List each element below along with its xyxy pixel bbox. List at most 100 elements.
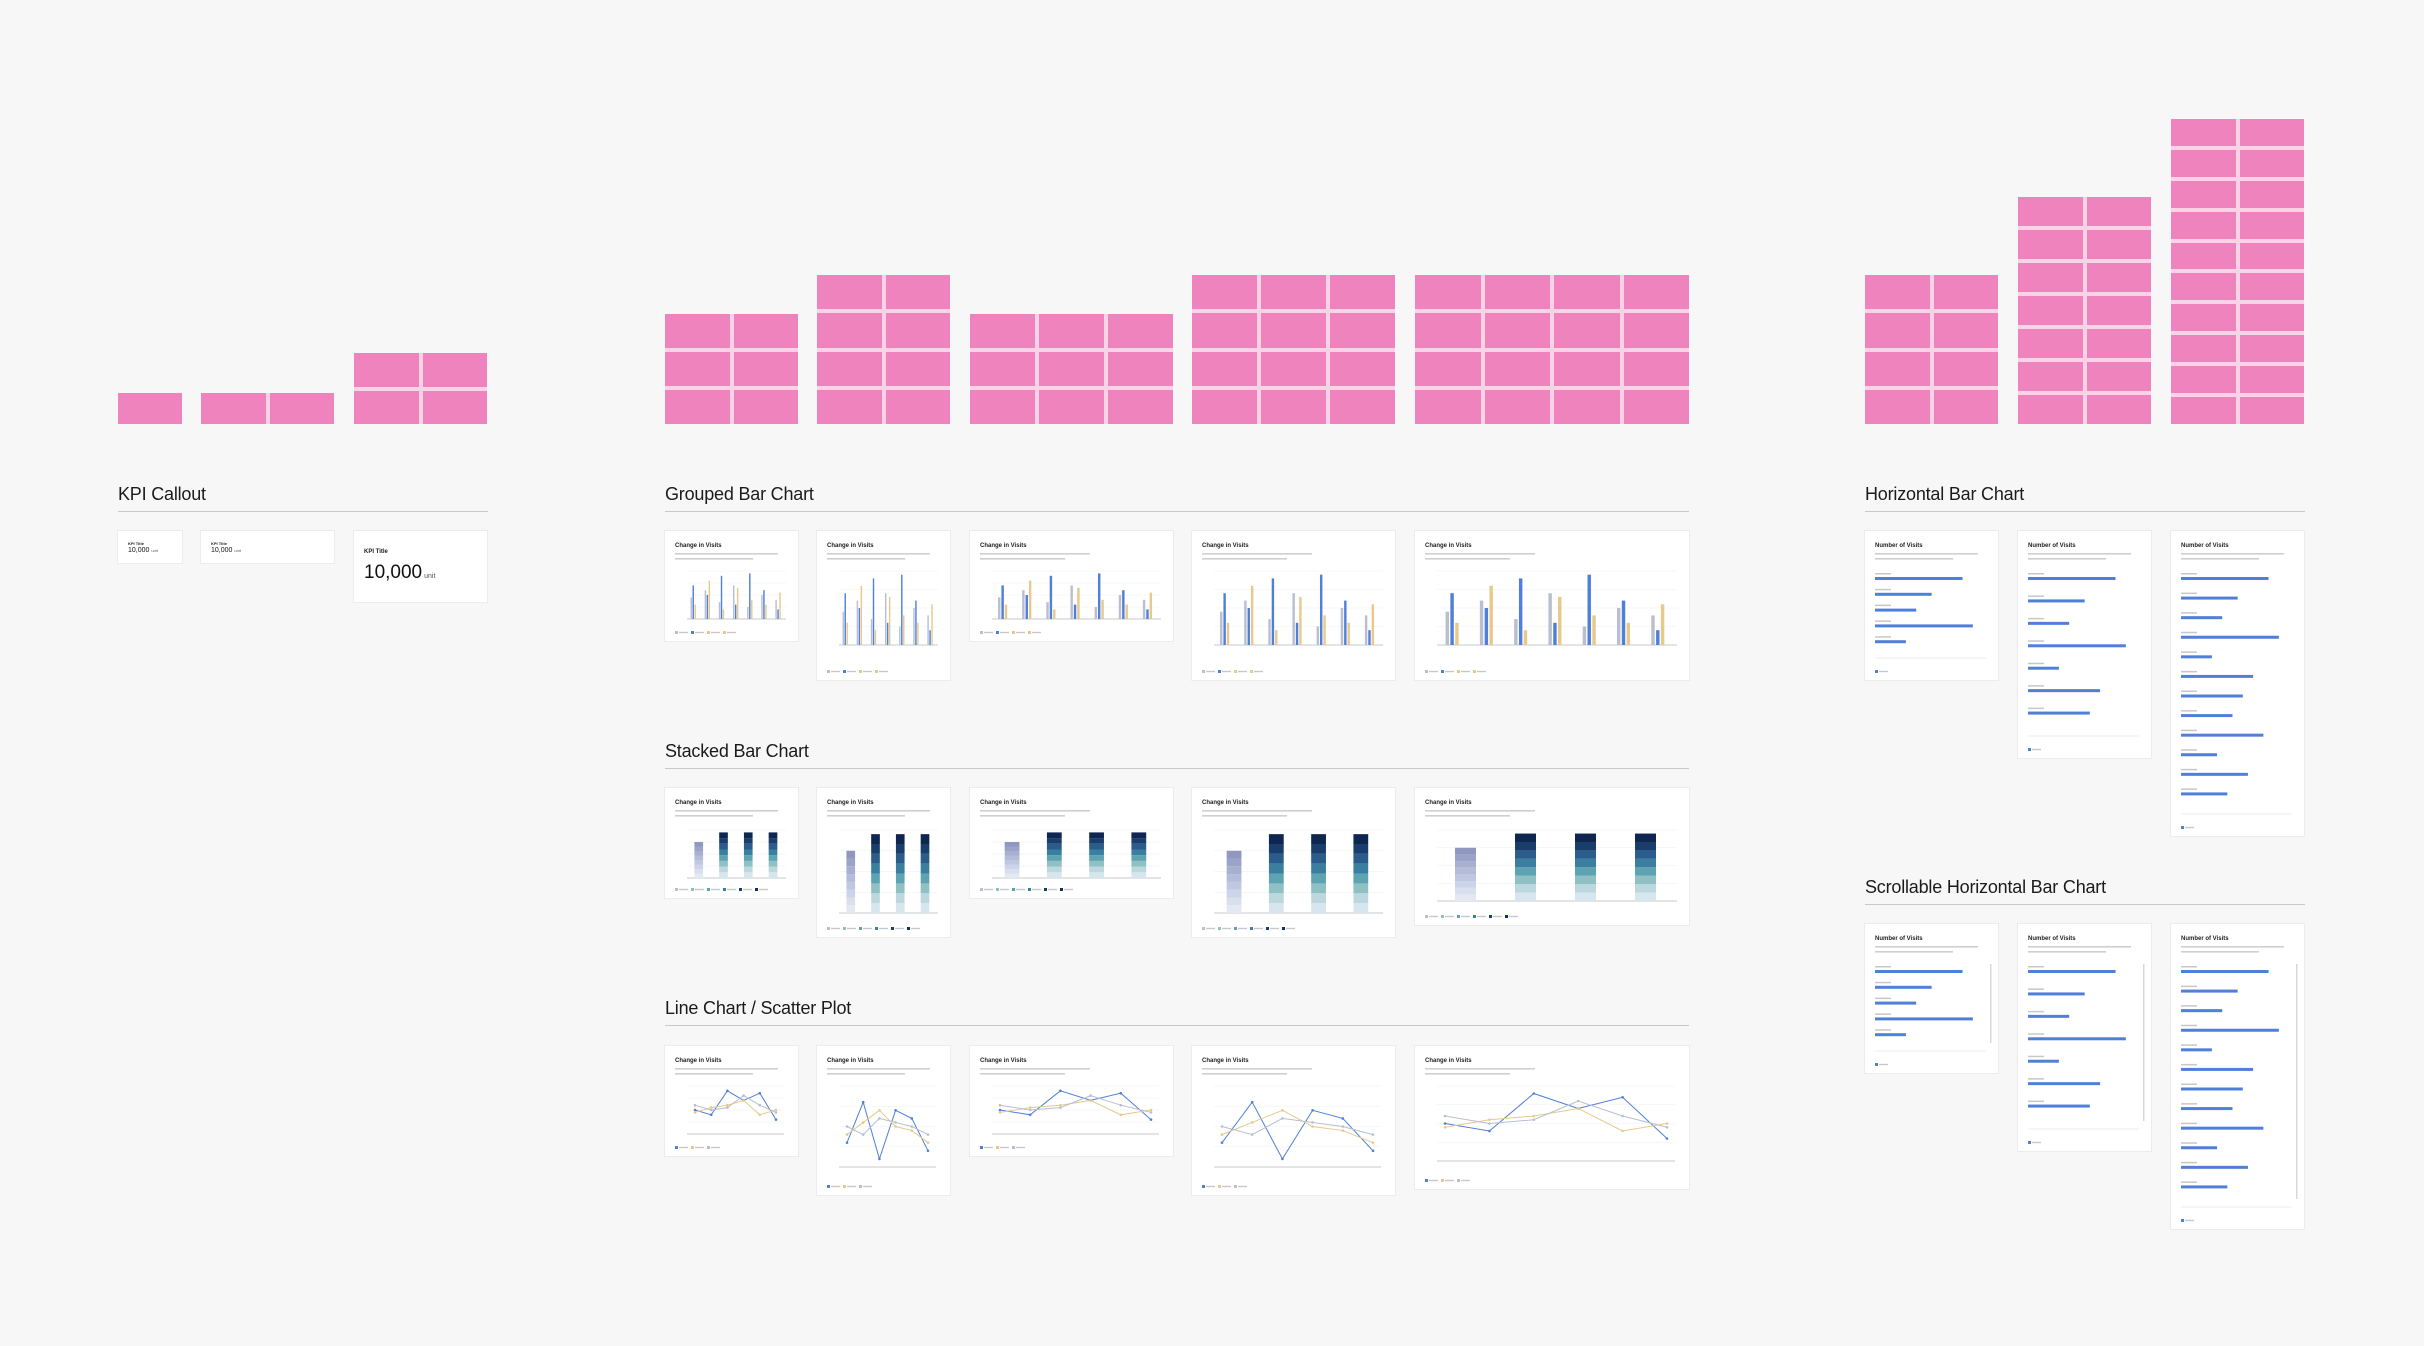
layout-grid-cell <box>2018 395 2083 424</box>
data-point <box>926 1133 930 1136</box>
bar <box>704 590 707 619</box>
legend-label <box>1238 927 1247 930</box>
data-point <box>1059 1103 1062 1107</box>
stack-segment <box>768 843 778 850</box>
data-point <box>709 1108 713 1112</box>
stack-segment <box>768 872 778 878</box>
bar <box>1001 585 1004 619</box>
legend-swatch <box>1012 631 1015 634</box>
row-label <box>2181 573 2197 575</box>
bar <box>2181 792 2228 796</box>
bar <box>1070 585 1073 619</box>
line-chart-card[interactable]: Change in Visits <box>1192 1046 1395 1195</box>
layout-grid-cell <box>665 390 730 424</box>
data-point <box>861 1133 865 1136</box>
kpi-card-large[interactable]: KPI Title 10,000 unit <box>354 531 487 602</box>
layout-grid-cell <box>1415 275 1481 310</box>
bar <box>913 608 915 645</box>
row-label <box>2028 640 2044 642</box>
stack-segment <box>1311 863 1326 874</box>
legend-swatch <box>980 888 983 891</box>
bar <box>1626 622 1631 645</box>
grouped-chart-card[interactable]: Change in Visits <box>817 531 950 680</box>
stack-segment <box>1575 858 1596 868</box>
kpi-card-medium[interactable]: KPI Title 10,000 unit <box>201 531 334 563</box>
data-point <box>998 1108 1002 1112</box>
kpi-card-small[interactable]: KPI Title 10,000 unit <box>118 531 182 563</box>
legend-label <box>743 888 752 891</box>
scroll-chart-card[interactable]: Number of Visits <box>1865 924 1998 1073</box>
data-point <box>758 1103 762 1107</box>
line-chart-card[interactable]: Change in Visits <box>1415 1046 1689 1189</box>
legend-swatch <box>675 631 678 634</box>
legend-label <box>911 927 920 930</box>
bar <box>1660 604 1665 645</box>
stack-segment <box>743 838 753 844</box>
grouped-chart-card[interactable]: Change in Visits <box>970 531 1173 641</box>
kpi-title: KPI Title <box>364 549 388 555</box>
description-line <box>827 1068 930 1070</box>
stack-segment <box>895 834 905 845</box>
bar <box>846 622 848 645</box>
legend-label <box>695 1146 704 1149</box>
data-point <box>1443 1125 1447 1129</box>
bar <box>1340 608 1344 645</box>
layout-grid-cell <box>1039 352 1104 386</box>
data-point <box>998 1103 1002 1107</box>
layout-grid-cell <box>2018 263 2083 292</box>
stack-segment <box>920 834 930 845</box>
stack-segment <box>694 846 704 851</box>
data-point <box>861 1121 865 1124</box>
stack-segment <box>1268 863 1284 874</box>
chart-canvas <box>2181 553 2292 829</box>
legend-swatch <box>1441 1179 1444 1182</box>
grouped-chart-card[interactable]: Change in Visits <box>1192 531 1395 680</box>
stack-segment <box>719 872 728 878</box>
stack-segment <box>1635 841 1656 851</box>
bar <box>2028 1104 2090 1108</box>
bar <box>1028 580 1032 619</box>
stacked-chart-card[interactable]: Change in Visits <box>970 788 1173 898</box>
line-chart-card[interactable]: Change in Visits <box>970 1046 1173 1156</box>
stack-segment <box>1311 844 1326 854</box>
layout-grid-cell <box>1108 352 1173 386</box>
chart-canvas <box>980 553 1161 634</box>
stack-segment <box>1226 850 1242 859</box>
stack-segment <box>1311 853 1326 864</box>
layout-grid-cell <box>1261 275 1326 310</box>
data-point <box>726 1089 729 1093</box>
scroll-chart-card[interactable]: Number of Visits <box>2171 924 2304 1229</box>
layout-grid-cell <box>665 314 730 348</box>
bar <box>708 580 711 619</box>
stack-segment <box>846 874 856 882</box>
hbar-chart-card[interactable]: Number of Visits <box>2171 531 2304 836</box>
stack-segment <box>1515 875 1536 885</box>
hbar-chart-card[interactable]: Number of Visits <box>1865 531 1998 680</box>
grouped-chart-card[interactable]: Change in Visits <box>1415 531 1689 680</box>
legend-label <box>863 927 872 930</box>
stack-segment <box>1046 832 1062 839</box>
scroll-chart-card[interactable]: Number of Visits <box>2018 924 2151 1151</box>
data-point <box>1311 1125 1314 1128</box>
stacked-chart-card[interactable]: Change in Visits <box>1415 788 1689 925</box>
layout-grid-cell <box>817 275 882 310</box>
stack-segment <box>694 860 704 865</box>
bar <box>1651 615 1655 645</box>
data-point <box>1119 1103 1123 1107</box>
grouped-chart-card[interactable]: Change in Visits <box>665 531 798 641</box>
stack-segment <box>895 903 905 913</box>
line-chart-card[interactable]: Change in Visits <box>665 1046 798 1156</box>
stack-segment <box>743 866 753 873</box>
data-point <box>774 1108 778 1112</box>
bar <box>2028 577 2116 580</box>
stacked-chart-card[interactable]: Change in Visits <box>1192 788 1395 937</box>
stack-segment <box>1089 843 1104 850</box>
line-chart-card[interactable]: Change in Visits <box>817 1046 950 1195</box>
series-line <box>694 1090 777 1120</box>
hbar-chart-card[interactable]: Number of Visits <box>2018 531 2151 758</box>
layout-grid-cell <box>354 353 419 387</box>
stacked-chart-card[interactable]: Change in Visits <box>817 788 950 937</box>
stack-segment <box>1635 875 1656 885</box>
stacked-chart-card[interactable]: Change in Visits <box>665 788 798 898</box>
legend-label <box>984 888 993 891</box>
